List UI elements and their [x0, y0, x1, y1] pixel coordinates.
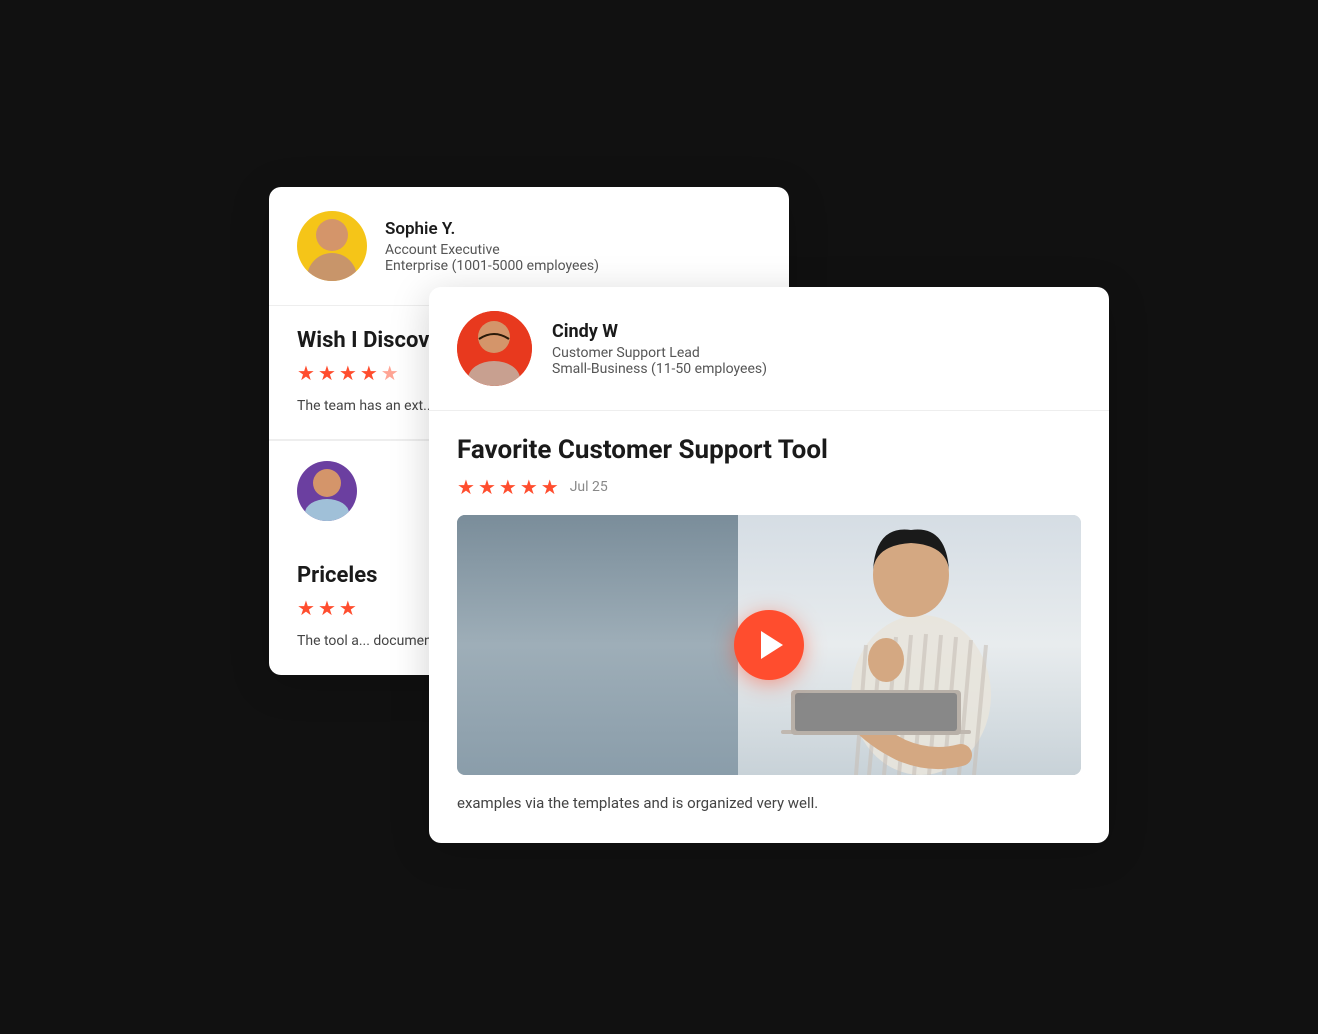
cindy-star-5: ★ [541, 475, 559, 499]
cindy-star-1: ★ [457, 475, 475, 499]
star-1: ★ [297, 361, 315, 385]
play-icon [761, 631, 783, 659]
priceless-star-1: ★ [297, 596, 315, 620]
priceless-star-3: ★ [339, 596, 357, 620]
purple-avatar-svg [297, 461, 357, 521]
sophie-role: Account Executive [385, 242, 599, 258]
sophie-info: Sophie Y. Account Executive Enterprise (… [385, 219, 599, 274]
star-2: ★ [318, 361, 336, 385]
cindy-bottom-text: examples via the templates and is organi… [457, 775, 1081, 815]
star-5-half: ★ [381, 361, 399, 385]
cindy-review-content: Favorite Customer Support Tool ★ ★ ★ ★ ★… [429, 411, 1109, 843]
cindy-star-3: ★ [499, 475, 517, 499]
play-button[interactable] [734, 610, 804, 680]
priceless-star-2: ★ [318, 596, 336, 620]
star-3: ★ [339, 361, 357, 385]
cindy-info: Cindy W Customer Support Lead Small-Busi… [552, 321, 767, 377]
purple-avatar [297, 461, 357, 521]
cindy-star-2: ★ [478, 475, 496, 499]
cindy-review-date: Jul 25 [570, 479, 608, 495]
review-cards-scene: Sophie Y. Account Executive Enterprise (… [209, 107, 1109, 927]
cindy-stars: ★ ★ ★ ★ ★ Jul 25 [457, 475, 1081, 499]
sophie-avatar [297, 211, 367, 281]
cindy-header: Cindy W Customer Support Lead Small-Busi… [429, 287, 1109, 411]
cindy-review-title: Favorite Customer Support Tool [457, 435, 1081, 465]
video-wall [457, 515, 738, 775]
cindy-avatar [457, 311, 532, 386]
star-4: ★ [360, 361, 378, 385]
front-card: Cindy W Customer Support Lead Small-Busi… [429, 287, 1109, 843]
cindy-name: Cindy W [552, 321, 767, 342]
cindy-avatar-svg [457, 311, 532, 386]
sophie-name: Sophie Y. [385, 219, 599, 239]
cindy-role: Customer Support Lead [552, 345, 767, 361]
sophie-company: Enterprise (1001-5000 employees) [385, 258, 599, 274]
video-thumbnail[interactable] [457, 515, 1081, 775]
cindy-star-4: ★ [520, 475, 538, 499]
cindy-company: Small-Business (11-50 employees) [552, 361, 767, 377]
